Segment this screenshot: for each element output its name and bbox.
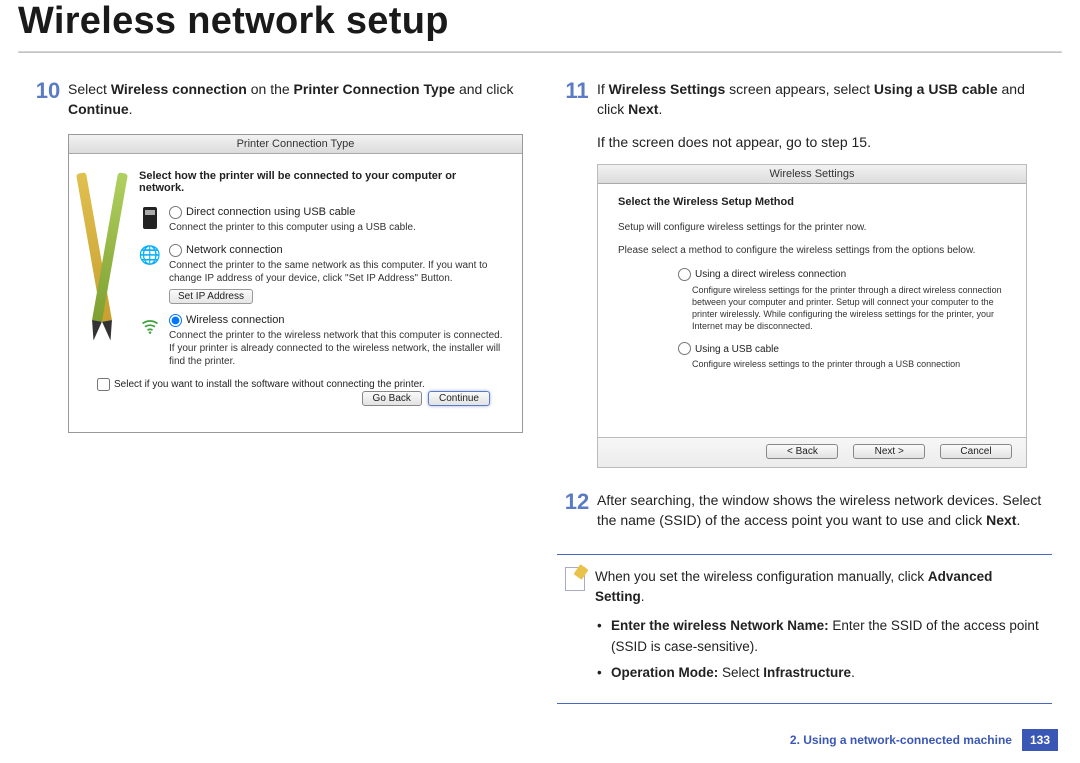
dialog-titlebar: Printer Connection Type: [69, 135, 522, 154]
opt-direct-wireless[interactable]: Using a direct wireless connection: [678, 269, 846, 280]
opt-network[interactable]: Network connection: [169, 244, 283, 256]
opt-network-desc: Connect the printer to the same network …: [169, 259, 504, 285]
go-back-button[interactable]: Go Back: [362, 391, 422, 406]
opt-usb-cable[interactable]: Using a USB cable: [678, 344, 779, 355]
next-button[interactable]: Next >: [853, 444, 925, 459]
cancel-button[interactable]: Cancel: [940, 444, 1012, 459]
opt-wireless[interactable]: Wireless connection: [169, 314, 284, 326]
note-line1: When you set the wireless configuration …: [595, 567, 1044, 606]
footer-chapter: 2. Using a network-connected machine: [790, 733, 1012, 747]
memo-icon: [565, 567, 585, 591]
right-column: 11 If Wireless Settings screen appears, …: [557, 79, 1052, 704]
set-ip-button[interactable]: Set IP Address: [169, 289, 253, 304]
note-bullet-1: Enter the wireless Network Name: Enter t…: [597, 616, 1044, 657]
step-11-text: If Wireless Settings screen appears, sel…: [597, 79, 1052, 120]
step-11-number: 11: [557, 79, 597, 120]
opt-usb[interactable]: Direct connection using USB cable: [169, 206, 355, 218]
note-bullet-2: Operation Mode: Select Infrastructure.: [597, 663, 1044, 683]
opt-usb-desc: Connect the printer to this computer usi…: [169, 221, 504, 234]
opt-direct-wireless-desc: Configure wireless settings for the prin…: [692, 284, 1006, 333]
network-icon: 🌐: [139, 244, 161, 268]
page-title: Wireless network setup: [0, 0, 1080, 49]
install-without-connect[interactable]: Select if you want to install the softwa…: [97, 379, 425, 390]
opt-wireless-desc: Connect the printer to the wireless netw…: [169, 329, 504, 368]
opt-usb-cable-desc: Configure wireless settings to the print…: [692, 358, 1006, 370]
wireless-settings-dialog: Wireless Settings Select the Wireless Se…: [597, 164, 1027, 468]
dialog2-titlebar: Wireless Settings: [598, 165, 1026, 184]
note-block: When you set the wireless configuration …: [557, 554, 1052, 704]
step-12-number: 12: [557, 490, 597, 531]
step-10-number: 10: [28, 79, 68, 120]
back-button[interactable]: < Back: [766, 444, 838, 459]
step-10-text: Select Wireless connection on the Printe…: [68, 79, 523, 120]
step-11-subtext: If the screen does not appear, go to ste…: [597, 132, 1052, 152]
step-12-text: After searching, the window shows the wi…: [597, 490, 1052, 531]
continue-button[interactable]: Continue: [428, 391, 490, 406]
dialog2-heading: Select the Wireless Setup Method: [618, 196, 1006, 208]
wifi-icon: [139, 314, 161, 338]
left-column: 10 Select Wireless connection on the Pri…: [28, 79, 523, 704]
dialog2-p1: Setup will configure wireless settings f…: [618, 222, 1006, 233]
usb-icon: [139, 206, 161, 230]
printer-connection-dialog: Printer Connection Type Select how the p…: [68, 134, 523, 433]
pencils-graphic: [75, 172, 131, 342]
dialog2-p2: Please select a method to configure the …: [618, 245, 1006, 256]
footer-page-number: 133: [1022, 729, 1058, 751]
dialog-heading: Select how the printer will be connected…: [139, 170, 504, 194]
page-footer: 2. Using a network-connected machine 133: [790, 729, 1058, 751]
